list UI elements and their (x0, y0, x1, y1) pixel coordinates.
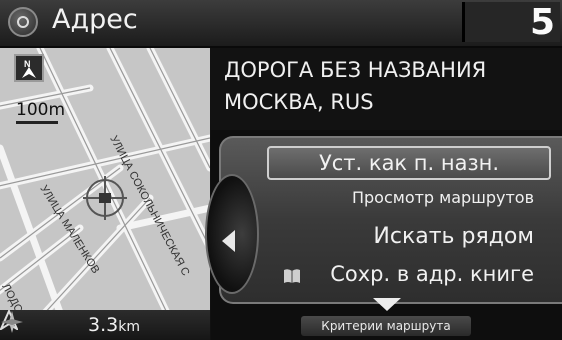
address-line-1: ДОРОГА БЕЗ НАЗВАНИЯ (224, 58, 487, 82)
back-icon[interactable] (8, 7, 38, 37)
north-up-icon[interactable]: N (14, 54, 44, 82)
view-routes-button[interactable]: Просмотр маршрутов (221, 188, 562, 207)
page-title: Адрес (52, 4, 138, 35)
clock: 5 58 (462, 2, 560, 84)
nav-screen: Адрес 5 58 (0, 0, 562, 340)
map-scale-top: 100m (16, 100, 65, 124)
search-nearby-button[interactable]: Искать рядом (221, 224, 562, 249)
svg-text:N: N (24, 59, 31, 69)
scale-bar (16, 121, 58, 124)
route-criteria-button[interactable]: Критерии маршрута (301, 316, 471, 336)
map-view[interactable]: УЛИЦА СОКОЛЬНИЧЕСКАЯ С УЛИЦА МАЛЕНКОВ ЛО… (0, 48, 210, 340)
scale-bottom-value: 3.3 (88, 314, 119, 336)
menu-panel: Уст. как п. назн. Просмотр маршрутов Иск… (205, 130, 562, 340)
compass-icon[interactable] (0, 310, 24, 334)
menu-frame: Уст. как п. назн. Просмотр маршрутов Иск… (205, 136, 562, 304)
scale-top-label: 100m (16, 100, 66, 120)
set-as-destination-button[interactable]: Уст. как п. назн. (267, 146, 551, 180)
header-bar: Адрес 5 58 (0, 0, 562, 84)
address-line-2: МОСКВА, RUS (224, 90, 374, 114)
map-footer: 3.3km (0, 310, 210, 340)
map-streets-graphic: УЛИЦА СОКОЛЬНИЧЕСКАЯ С УЛИЦА МАЛЕНКОВ ЛО… (0, 48, 210, 340)
scale-bottom-unit: km (118, 319, 140, 335)
scroll-down-icon[interactable] (373, 298, 401, 311)
save-to-address-book-button[interactable]: Сохр. в адр. книге (221, 262, 562, 286)
address-info: ДОРОГА БЕЗ НАЗВАНИЯ МОСКВА, RUS (210, 48, 562, 130)
map-scale-bottom[interactable]: 3.3km (88, 314, 140, 336)
